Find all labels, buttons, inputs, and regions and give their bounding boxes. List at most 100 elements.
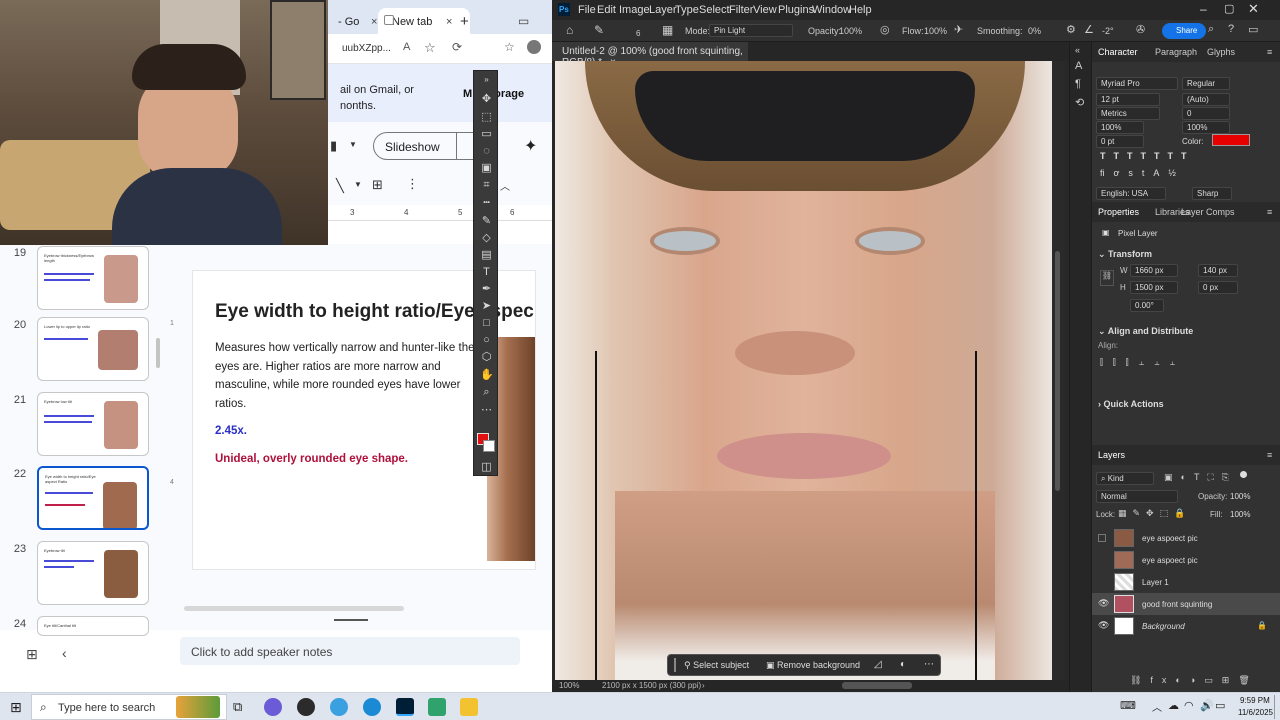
share-button[interactable]: Share [1162, 23, 1206, 39]
menu-window[interactable]: Window [812, 4, 851, 16]
document-canvas[interactable] [555, 61, 1052, 680]
character-panel-icon[interactable]: A [1075, 60, 1082, 72]
path-select-icon[interactable]: ➤ [480, 300, 493, 313]
menu-file[interactable]: File [578, 4, 596, 16]
slide-ratio-value[interactable]: 2.45x. [215, 425, 247, 437]
width-field[interactable]: 1660 px [1130, 264, 1178, 277]
y-field[interactable]: 0 px [1198, 281, 1238, 294]
background-color-swatch[interactable] [483, 440, 495, 452]
menu-view[interactable]: View [753, 4, 777, 16]
paragraph-panel-icon[interactable]: ¶ [1075, 78, 1081, 90]
brush-settings-icon[interactable]: ▦ [662, 23, 673, 37]
marquee-tool-icon[interactable]: ▭ [480, 128, 493, 141]
favorites-icon[interactable]: ☆ [504, 40, 515, 54]
kerning-field[interactable]: Metrics [1096, 107, 1160, 120]
layer-row[interactable]: Layer 1 [1092, 571, 1280, 593]
slide-thumbnail-24[interactable]: Eye tilt/Canthal tilt [37, 616, 149, 636]
brush-angle-value[interactable]: -2° [1102, 26, 1114, 36]
volume-icon[interactable]: 🔊 [1200, 699, 1214, 712]
eye-icon[interactable]: 👁 [1098, 598, 1109, 609]
custom-shape-icon[interactable]: ⬡ [480, 351, 493, 364]
ruler-tool-icon[interactable]: ┅ [480, 197, 493, 210]
tracking-field[interactable]: 0 [1182, 107, 1230, 120]
minimize-button[interactable]: – [1200, 2, 1207, 16]
filter-toggle-icon[interactable] [1240, 471, 1247, 478]
speaker-notes[interactable]: Click to add speaker notes [180, 637, 520, 665]
task-view-icon[interactable]: ⧉ [233, 699, 242, 715]
chevron-up-icon[interactable]: ︿ [500, 178, 510, 193]
maximize-button[interactable]: ▢ [1224, 2, 1234, 15]
mode-select[interactable]: Pin Light [709, 24, 793, 37]
layer-filter-select[interactable]: ⌕ Kind [1096, 472, 1154, 485]
eraser-tool-icon[interactable]: ◇ [480, 232, 493, 245]
visibility-toggle[interactable] [1098, 578, 1106, 586]
photoshop-taskbar-icon[interactable] [396, 698, 414, 716]
bookmark-star-icon[interactable]: ☆ [424, 40, 436, 56]
visibility-toggle[interactable] [1098, 556, 1106, 564]
menu-plugins[interactable]: Plugins [778, 4, 814, 16]
clock-date[interactable]: 11/6/2025 [1238, 708, 1273, 717]
visibility-toggle[interactable] [1098, 534, 1106, 542]
keyboard-icon[interactable]: ⌨ [1120, 699, 1136, 712]
text-color-swatch[interactable] [1212, 134, 1250, 146]
tab-properties[interactable]: Properties [1098, 207, 1139, 217]
transform-icon[interactable]: ◿ [874, 659, 882, 670]
link-icon[interactable]: ⛓ [1100, 270, 1114, 286]
opentype-buttons[interactable]: ﬁơstA½ [1100, 168, 1185, 178]
slide-verdict[interactable]: Unideal, overly rounded eye shape. [215, 453, 408, 465]
slide-thumbnail-20[interactable]: Lower lip to upper lip ratio [37, 317, 149, 381]
tab-layers[interactable]: Layers [1098, 450, 1125, 460]
layer-action-buttons[interactable]: ⛓fx◐◑▭⊞🗑 [1130, 675, 1259, 686]
horizontal-scale-field[interactable]: 100% [1182, 121, 1230, 134]
help-icon[interactable]: ? [1228, 23, 1234, 35]
gradient-tool-icon[interactable]: ▤ [480, 249, 493, 262]
slide-thumbnail-22-selected[interactable]: Eye width to height ratio/Eye aspect Rat… [37, 466, 149, 530]
chevron-right-icon[interactable]: › [702, 681, 705, 690]
drag-handle[interactable] [674, 658, 676, 672]
line-tool-icon[interactable]: ╲ [336, 178, 344, 194]
baseline-shift-field[interactable]: 0 pt [1096, 135, 1144, 148]
vertical-scrollbar[interactable] [1052, 61, 1064, 680]
windows-start-icon[interactable]: ⊞ [10, 699, 22, 716]
leading-field[interactable]: (Auto) [1182, 93, 1230, 106]
home-icon[interactable]: ⌂ [566, 23, 573, 37]
select-subject-button[interactable]: ⚲ Select subject [684, 660, 749, 671]
gemini-sparkle-icon[interactable]: ✦ [524, 136, 537, 156]
panel-grip-icon[interactable]: » [480, 73, 493, 86]
close-window-button[interactable]: ✕ [1248, 1, 1259, 17]
edge-browser-icon[interactable] [363, 698, 381, 716]
transform-section[interactable]: ⌄ Transform [1098, 249, 1152, 260]
crop-tool-icon[interactable]: ⌗ [480, 179, 493, 192]
show-desktop-button[interactable] [1274, 695, 1277, 719]
chevron-left-icon[interactable]: ‹ [62, 645, 67, 661]
menu-type[interactable]: Type [675, 4, 699, 16]
obs-icon[interactable] [297, 698, 315, 716]
scroll-thumb[interactable] [1055, 251, 1060, 491]
vertical-scale-field[interactable]: 100% [1096, 121, 1144, 134]
slide-thumbnail-21[interactable]: Eyebrow low tilt [37, 392, 149, 456]
brush-tool-icon[interactable]: ✎ [480, 215, 493, 228]
app-icon[interactable] [428, 698, 446, 716]
panel-menu-icon[interactable]: ≡ [1267, 47, 1272, 57]
close-icon[interactable]: × [371, 16, 377, 28]
lasso-tool-icon[interactable]: ◌ [480, 145, 493, 158]
panel-menu-icon[interactable]: ≡ [1267, 450, 1272, 460]
layer-opacity-value[interactable]: 100% [1230, 492, 1250, 501]
document-tab[interactable]: Untitled-2 @ 100% (good front squinting,… [552, 42, 748, 68]
more-options-icon[interactable]: ⋯ [924, 659, 934, 670]
remove-background-button[interactable]: ▣ Remove background [766, 660, 860, 671]
extensions-icon[interactable]: ⟳ [452, 40, 462, 54]
antialias-select[interactable]: Sharp [1192, 187, 1232, 200]
search-icon[interactable]: ⌕ [1208, 23, 1214, 36]
rectangle-tool-icon[interactable]: □ [480, 317, 493, 330]
layer-row[interactable]: 👁 Background 🔒 [1092, 615, 1280, 637]
opacity-value[interactable]: 100% [839, 26, 862, 36]
tab-paragraph[interactable]: Paragraph [1155, 47, 1197, 57]
type-tool-icon[interactable]: T [480, 266, 493, 279]
language-select[interactable]: English: USA [1096, 187, 1166, 200]
eye-icon[interactable]: 👁 [1098, 620, 1109, 631]
symmetry-icon[interactable]: ✇ [1136, 23, 1145, 36]
collapse-icon[interactable]: « [1075, 45, 1080, 55]
video-call-icon[interactable]: ▮ [330, 138, 337, 154]
artboard-tool-icon[interactable]: ⬚ [480, 111, 493, 124]
